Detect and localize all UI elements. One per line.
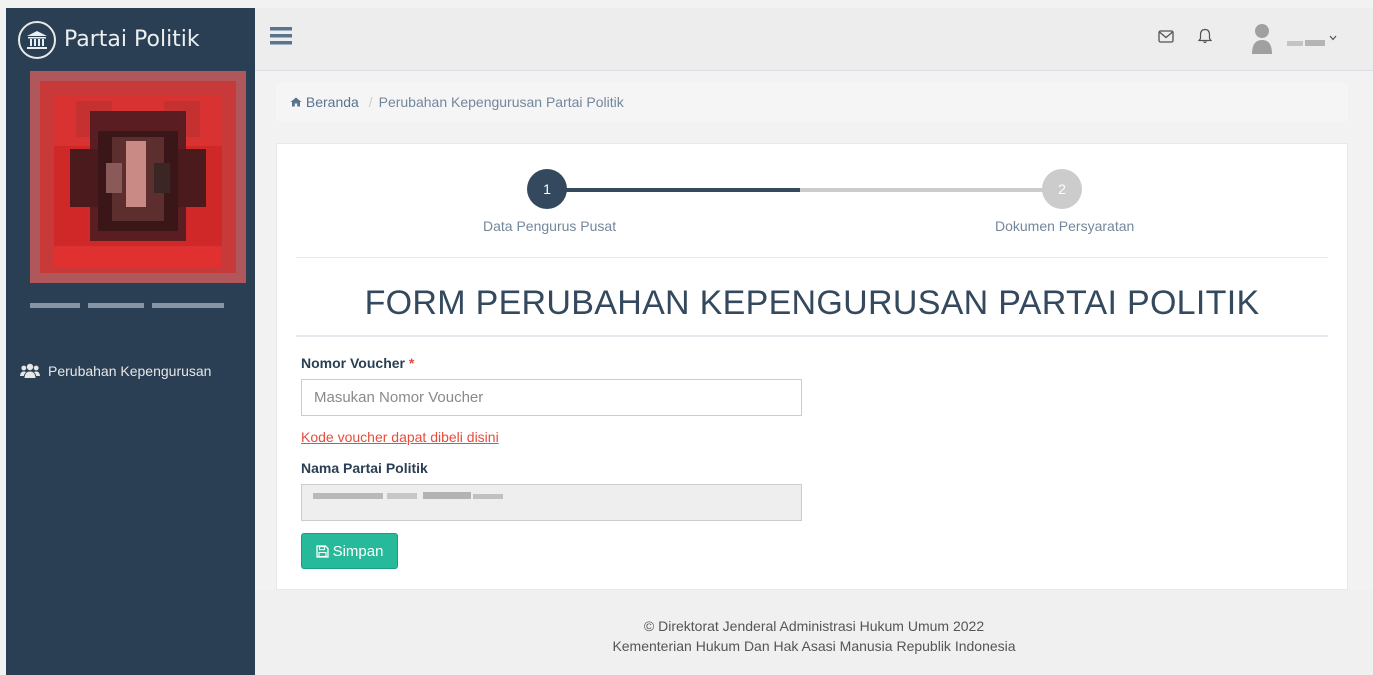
form-panel: 1 2 Data Pengurus Pusat Dokumen Persyara… — [276, 143, 1348, 590]
bell-icon[interactable] — [1197, 28, 1213, 47]
form-title: FORM PERUBAHAN KEPENGURUSAN PARTAI POLIT… — [364, 284, 1260, 322]
chevron-down-icon — [1329, 35, 1337, 41]
users-icon — [20, 363, 40, 378]
breadcrumb: Beranda / Perubahan Kepengurusan Partai P… — [276, 82, 1348, 122]
breadcrumb-current: Perubahan Kepengurusan Partai Politik — [378, 94, 624, 110]
footer: © Direktorat Jenderal Administrasi Hukum… — [255, 590, 1373, 675]
divider — [296, 257, 1328, 258]
footer-copyright: © Direktorat Jenderal Administrasi Hukum… — [643, 618, 985, 634]
hamburger-icon[interactable] — [270, 26, 292, 49]
breadcrumb-separator: / — [368, 94, 373, 110]
brand-title: Partai Politik — [64, 27, 200, 52]
brand[interactable]: Partai Politik — [6, 8, 255, 71]
wizard-step-2[interactable]: 2 — [1042, 169, 1082, 209]
save-button-label: Simpan — [332, 542, 384, 560]
buy-voucher-link[interactable]: Kode voucher dapat dibeli disini — [301, 429, 499, 445]
home-icon — [290, 97, 302, 107]
breadcrumb-home[interactable]: Beranda — [290, 94, 363, 110]
wizard-step-1-label[interactable]: Data Pengurus Pusat — [483, 218, 616, 234]
user-avatar-icon — [1252, 24, 1272, 54]
floppy-disk-icon — [315, 544, 329, 558]
voucher-input[interactable] — [301, 379, 802, 416]
user-menu[interactable] — [1251, 22, 1337, 54]
party-logo-image — [30, 71, 246, 283]
envelope-icon[interactable] — [1158, 30, 1174, 47]
wizard-step-1[interactable]: 1 — [527, 169, 567, 209]
wizard-progress-line-pending — [800, 188, 1062, 192]
divider — [296, 335, 1328, 337]
save-button[interactable]: Simpan — [301, 533, 398, 569]
wizard-step-2-label[interactable]: Dokumen Persyaratan — [995, 218, 1134, 234]
user-display-name-blurred — [30, 298, 246, 308]
user-name-blurred — [1287, 35, 1325, 46]
party-name-label: Nama Partai Politik — [301, 460, 428, 476]
wizard-steps: 1 2 Data Pengurus Pusat Dokumen Persyara… — [277, 144, 1347, 258]
sidebar-item-perubahan-kepengurusan[interactable]: Perubahan Kepengurusan — [20, 363, 211, 379]
sidebar-item-label: Perubahan Kepengurusan — [48, 363, 212, 379]
party-name-value-blurred — [313, 489, 505, 499]
top-navbar — [255, 8, 1373, 71]
wizard-progress-line-completed — [548, 188, 800, 192]
sidebar: Partai Politik Perubahan Kepengurusan — [6, 8, 255, 675]
bank-icon — [18, 20, 56, 59]
voucher-label: Nomor Voucher * — [301, 355, 414, 371]
required-mark: * — [408, 355, 415, 371]
voucher-label-text: Nomor Voucher — [301, 355, 405, 371]
breadcrumb-home-label: Beranda — [305, 94, 359, 110]
footer-ministry: Kementerian Hukum Dan Hak Asasi Manusia … — [612, 638, 1016, 654]
